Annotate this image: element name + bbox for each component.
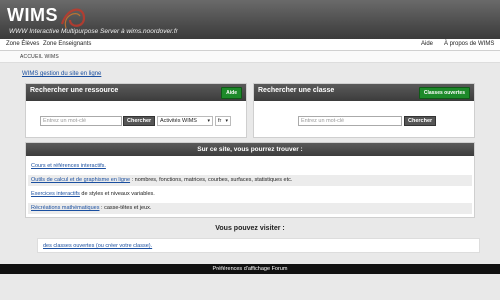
nav-zone-eleves[interactable]: Zone Élèves <box>6 41 39 47</box>
wims-logo[interactable]: WIMS <box>7 5 58 26</box>
breadcrumb-bar: ACCUEIL WIMS <box>0 51 500 63</box>
list-item: Récréations mathématiques : casse-têtes … <box>28 203 472 214</box>
resource-panel-title: Rechercher une ressource <box>26 84 246 101</box>
open-classes-link[interactable]: des classes ouvertes (ou créer votre cla… <box>43 243 152 249</box>
chevron-down-icon: ▾ <box>225 118 228 124</box>
header-tagline: WWW Interactive Multipurpose Server à wi… <box>9 28 178 35</box>
resource-search-panel: Rechercher une ressource Aide Entrez un … <box>25 83 247 138</box>
list-item-text: de styles et niveaux variables. <box>79 191 155 197</box>
open-classes-button[interactable]: Classes ouvertes <box>418 87 470 99</box>
page-bottom <box>0 274 500 300</box>
gestion-link[interactable]: WIMS gestion du site en ligne <box>22 71 101 77</box>
site-header: WIMS WWW Interactive Multipurpose Server… <box>0 0 500 39</box>
list-item-text: : nombres, fonctions, matrices, courbes,… <box>130 177 293 183</box>
class-search-button[interactable]: Chercher <box>404 116 437 126</box>
top-navigation: Zone Élèves Zone Enseignants Aide À prop… <box>0 39 500 51</box>
category-select-value: Activités WIMS <box>160 118 197 124</box>
list-item-text: : casse-têtes et jeux. <box>99 205 152 211</box>
visit-box: des classes ouvertes (ou créer votre cla… <box>37 238 480 253</box>
class-search-panel: Rechercher une classe Classes ouvertes E… <box>253 83 475 138</box>
outils-link[interactable]: Outils de calcul et de graphisme en lign… <box>31 177 130 183</box>
nav-zone-enseignants[interactable]: Zone Enseignants <box>43 41 91 47</box>
site-content-section: Sur ce site, vous pourrez trouver : Cour… <box>25 142 475 218</box>
footer-links[interactable]: Préférences d'affichage Forum <box>213 266 288 272</box>
category-select[interactable]: Activités WIMS ▾ <box>157 116 213 126</box>
language-select[interactable]: fr ▾ <box>215 116 231 126</box>
nav-a-propos[interactable]: À propos de WIMS <box>444 41 494 47</box>
help-button[interactable]: Aide <box>221 87 242 99</box>
nav-aide[interactable]: Aide <box>421 41 433 47</box>
exercices-link[interactable]: Exercices interactifs <box>31 191 80 197</box>
list-item: Exercices interactifs de styles et nivea… <box>28 189 472 200</box>
recreations-link[interactable]: Récréations mathématiques <box>31 205 99 211</box>
class-search-input[interactable]: Entrez un mot-clé <box>298 116 402 126</box>
site-section-title: Sur ce site, vous pourrez trouver : <box>26 143 474 156</box>
footer-bar: Préférences d'affichage Forum <box>0 264 500 274</box>
resource-search-input[interactable]: Entrez un mot-clé <box>40 116 122 126</box>
breadcrumb[interactable]: ACCUEIL WIMS <box>20 54 59 60</box>
resource-search-button[interactable]: Chercher <box>123 116 156 126</box>
cours-link[interactable]: Cours et références interactifs. <box>31 163 106 169</box>
chevron-down-icon: ▾ <box>207 118 210 124</box>
visit-title: Vous pouvez visiter : <box>215 225 285 232</box>
list-item: Cours et références interactifs. <box>28 161 472 172</box>
language-select-value: fr <box>218 118 222 124</box>
list-item: Outils de calcul et de graphisme en lign… <box>28 175 472 186</box>
